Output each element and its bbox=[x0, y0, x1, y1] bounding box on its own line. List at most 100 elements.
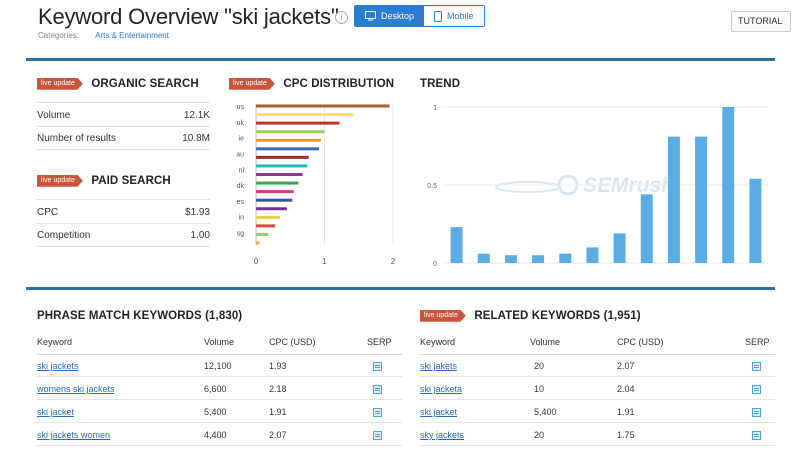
serp-icon[interactable] bbox=[373, 408, 382, 417]
device-toggle: Desktop Mobile bbox=[354, 5, 485, 27]
volume-cell: 5,400 bbox=[204, 407, 227, 417]
cpc-cell: 2.04 bbox=[617, 384, 635, 394]
col-volume: Volume bbox=[530, 337, 561, 347]
cpc-bar bbox=[256, 104, 390, 108]
cpc-cell: 1.91 bbox=[617, 407, 635, 417]
phrase-title: PHRASE MATCH KEYWORDS (1,830) bbox=[37, 309, 243, 322]
volume-cell: 10 bbox=[534, 384, 545, 394]
mobile-icon bbox=[434, 10, 443, 22]
serp-icon[interactable] bbox=[373, 431, 382, 440]
category-link[interactable]: Arts & Entertainment bbox=[95, 31, 169, 40]
y-tick-label: 0 bbox=[433, 261, 437, 268]
trend-bar[interactable] bbox=[559, 253, 572, 263]
col-serp: SERP bbox=[367, 337, 392, 347]
trend-bar[interactable] bbox=[640, 194, 653, 263]
cpc-bar bbox=[256, 147, 320, 151]
col-cpc: CPC (USD) bbox=[269, 337, 316, 347]
country-label: us bbox=[237, 104, 245, 111]
trend-bar[interactable] bbox=[667, 136, 680, 263]
trend-bar[interactable] bbox=[695, 136, 708, 263]
divider bbox=[37, 102, 210, 103]
cpc-bar bbox=[256, 138, 322, 142]
related-title: RELATED KEYWORDS (1,951) bbox=[474, 309, 641, 322]
table-row: ski jacketa 10 2.04 bbox=[420, 377, 775, 400]
serp-icon[interactable] bbox=[752, 362, 761, 371]
keyword-link[interactable]: ski jackets women bbox=[37, 430, 110, 440]
cpc-bar bbox=[256, 121, 340, 125]
keyword-link[interactable]: ski jacket bbox=[37, 407, 74, 417]
paid-cpc-row: CPC $1.93 bbox=[37, 207, 210, 218]
x-tick-label: 2 bbox=[391, 257, 396, 266]
competition-label: Competition bbox=[37, 230, 91, 241]
tutorial-button[interactable]: TUTORIAL bbox=[731, 11, 791, 32]
phrase-table-header: Keyword Volume CPC (USD) SERP bbox=[37, 337, 402, 351]
trend-bar[interactable] bbox=[749, 178, 762, 263]
desktop-icon bbox=[365, 11, 376, 21]
col-keyword: Keyword bbox=[420, 337, 456, 347]
mobile-label: Mobile bbox=[447, 11, 474, 21]
paid-header: live update PAID SEARCH bbox=[37, 172, 171, 190]
live-update-badge: live update bbox=[37, 77, 83, 90]
serp-icon[interactable] bbox=[373, 385, 382, 394]
cpc-cell: 1.93 bbox=[269, 361, 287, 371]
related-table-body: ski jakets 20 2.07 ski jacketa 10 2.04 ski jac… bbox=[420, 354, 775, 450]
cpc-cell: 2.18 bbox=[269, 384, 287, 394]
keyword-link[interactable]: sky jackets bbox=[420, 430, 464, 440]
categories: Categories: Arts & Entertainment bbox=[38, 31, 169, 40]
trend-bar[interactable] bbox=[613, 233, 626, 263]
serp-icon[interactable] bbox=[752, 385, 761, 394]
volume-label: Volume bbox=[37, 110, 71, 121]
phrase-header: PHRASE MATCH KEYWORDS (1,830) bbox=[37, 307, 242, 325]
country-label: dk bbox=[237, 183, 245, 190]
volume-cell: 20 bbox=[534, 430, 545, 440]
keyword-link[interactable]: ski jakets bbox=[420, 361, 457, 371]
row-divider bbox=[420, 445, 775, 446]
cpc-title: CPC DISTRIBUTION bbox=[283, 77, 395, 90]
keyword-link[interactable]: womens ski jackets bbox=[37, 384, 115, 394]
trend-bar[interactable] bbox=[477, 253, 490, 263]
volume-cell: 20 bbox=[534, 361, 545, 371]
serp-icon[interactable] bbox=[752, 431, 761, 440]
row-divider bbox=[37, 445, 402, 446]
cpc-bar bbox=[256, 198, 293, 202]
divider bbox=[37, 149, 210, 150]
categories-label: Categories: bbox=[38, 31, 79, 40]
paid-title: PAID SEARCH bbox=[91, 174, 171, 187]
bottom-divider bbox=[26, 287, 775, 290]
keyword-link[interactable]: ski jacket bbox=[420, 407, 457, 417]
y-tick-label: 0.5 bbox=[427, 183, 437, 190]
cpc-cell: 2.07 bbox=[269, 430, 287, 440]
keyword-link[interactable]: ski jacketa bbox=[420, 384, 462, 394]
serp-icon[interactable] bbox=[373, 362, 382, 371]
cpc-bar bbox=[256, 113, 354, 117]
cpc-bar bbox=[256, 207, 287, 211]
country-label: uk bbox=[237, 120, 245, 127]
volume-cell: 12,100 bbox=[204, 361, 232, 371]
organic-header: live update ORGANIC SEARCH bbox=[37, 75, 199, 93]
cpc-cell: 2.07 bbox=[617, 361, 635, 371]
related-table-header: Keyword Volume CPC (USD) SERP bbox=[420, 337, 775, 351]
results-value: 10.8M bbox=[182, 133, 210, 144]
trend-bar[interactable] bbox=[586, 247, 599, 263]
trend-header: TREND bbox=[420, 75, 460, 93]
cpc-header: live update CPC DISTRIBUTION bbox=[229, 75, 394, 93]
info-icon[interactable]: i bbox=[335, 11, 348, 24]
serp-icon[interactable] bbox=[752, 408, 761, 417]
trend-bar[interactable] bbox=[722, 107, 735, 263]
country-label: sg bbox=[237, 231, 245, 238]
table-row: ski jakets 20 2.07 bbox=[420, 354, 775, 377]
live-update-badge: live update bbox=[37, 174, 83, 187]
trend-bar[interactable] bbox=[450, 227, 463, 263]
x-tick-label: 1 bbox=[322, 257, 327, 266]
trend-bar[interactable] bbox=[504, 255, 517, 263]
cpc-bar bbox=[256, 173, 303, 176]
keyword-link[interactable]: ski jackets bbox=[37, 361, 79, 371]
cpc-bar bbox=[256, 164, 308, 168]
mobile-button[interactable]: Mobile bbox=[424, 6, 484, 26]
live-update-badge: live update bbox=[420, 309, 466, 322]
desktop-button[interactable]: Desktop bbox=[355, 6, 425, 26]
table-row: ski jackets 12,100 1.93 bbox=[37, 354, 402, 377]
trend-bar[interactable] bbox=[532, 255, 545, 263]
cpc-cell: 1.75 bbox=[617, 430, 635, 440]
table-row: ski jackets women 4,400 2.07 bbox=[37, 423, 402, 446]
